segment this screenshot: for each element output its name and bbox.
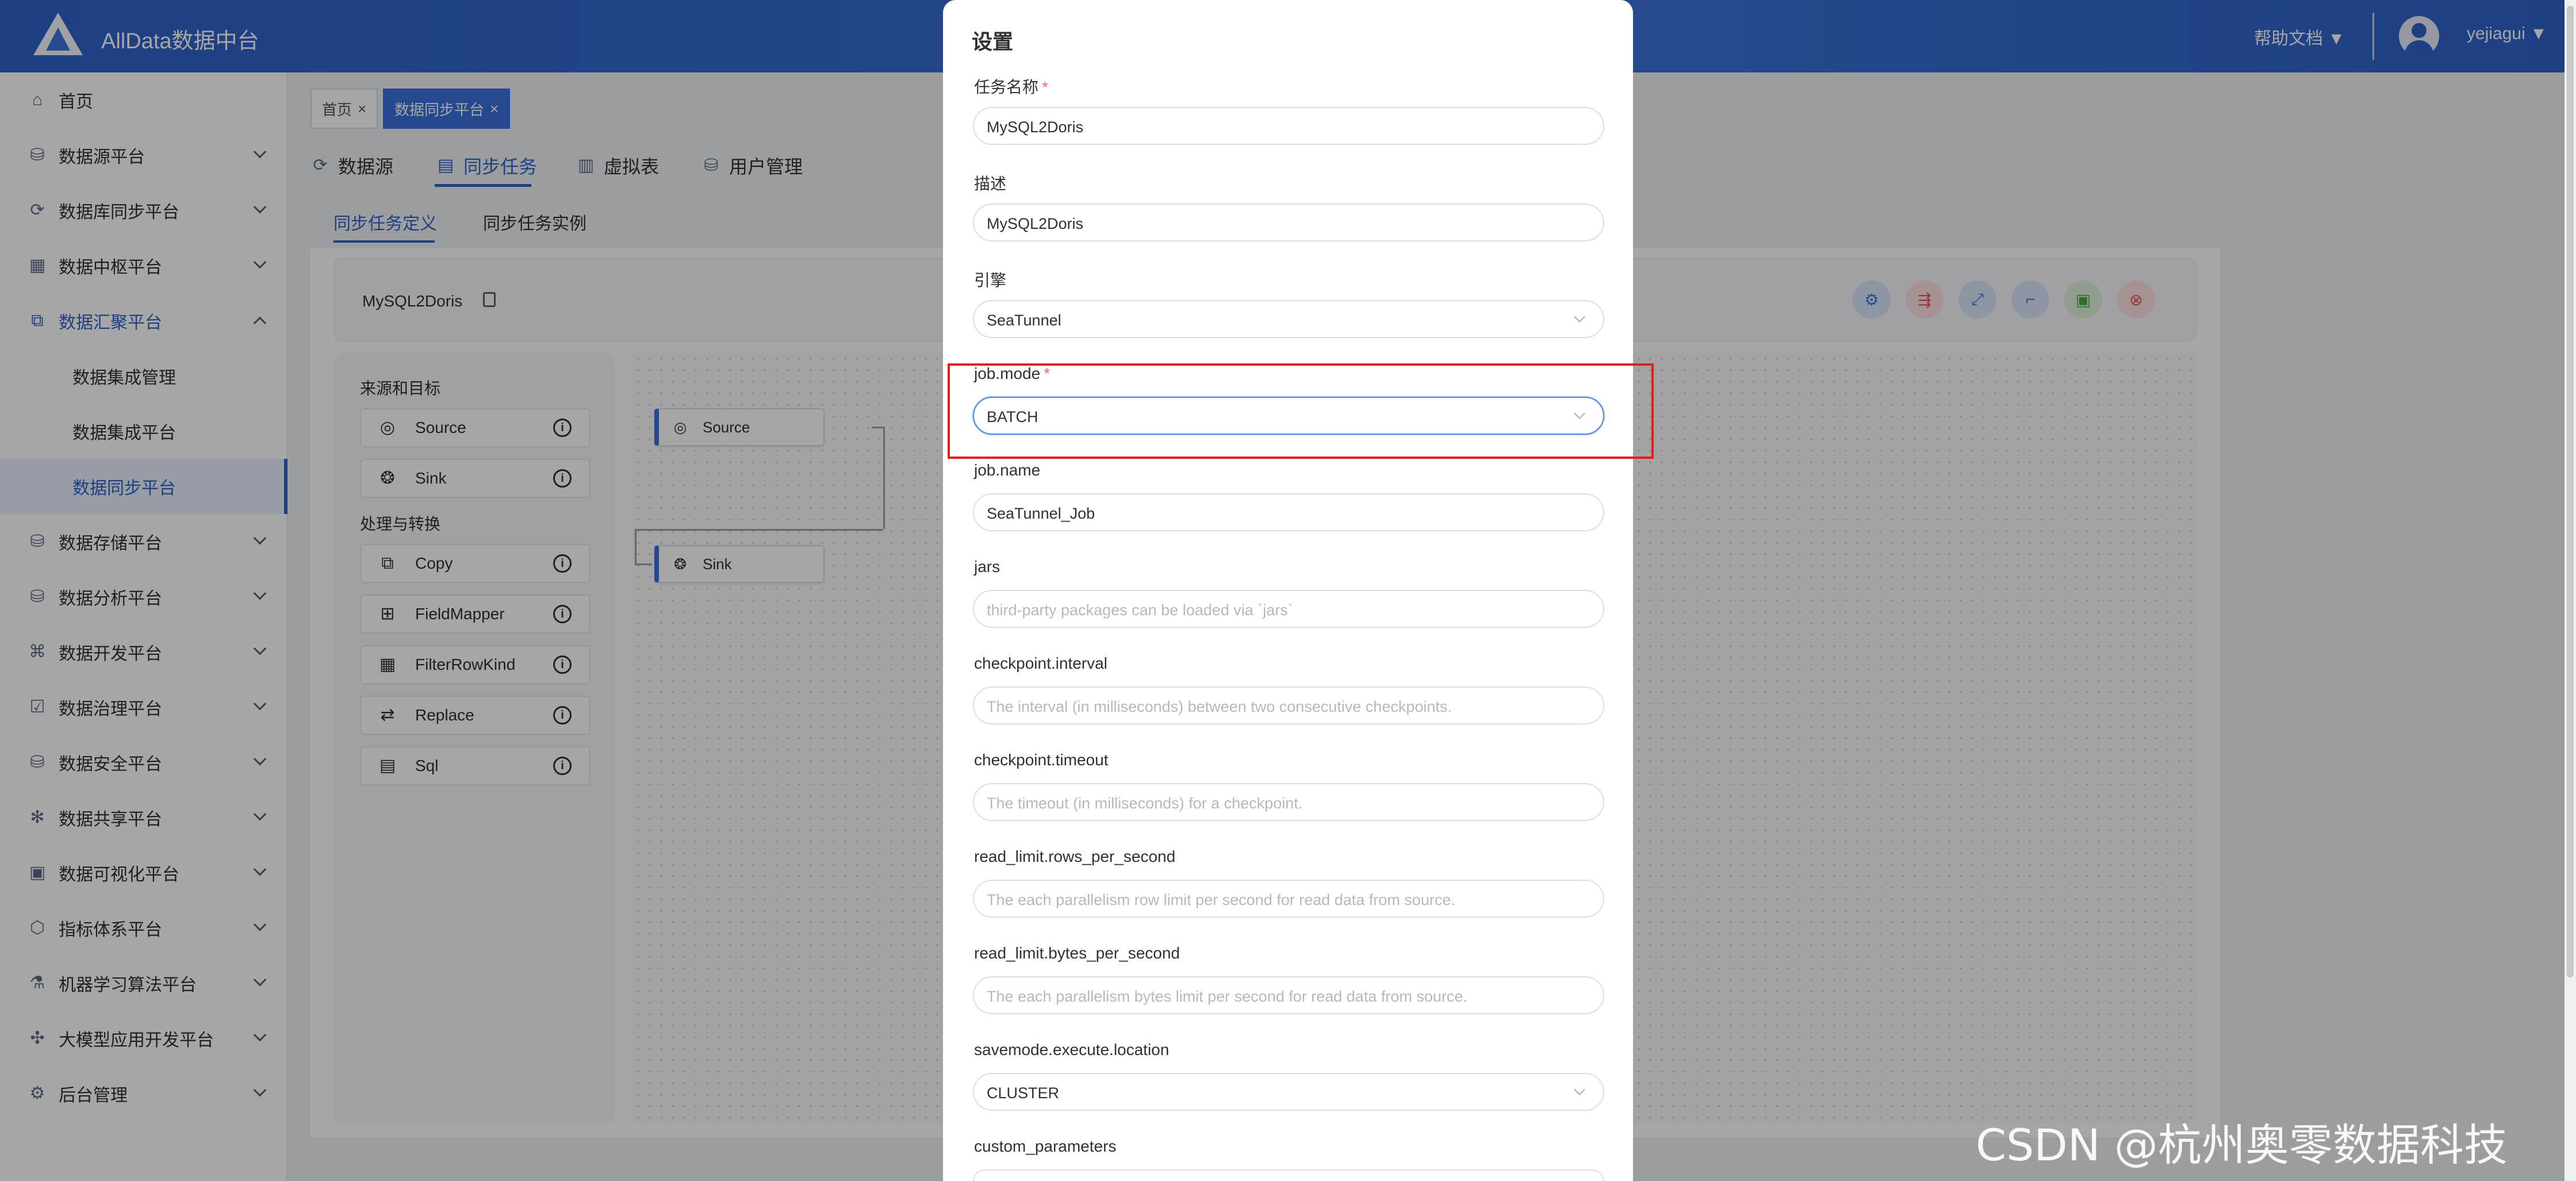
input-value: SeaTunnel_Job	[987, 505, 1095, 522]
custom-parameters-input[interactable]	[973, 1170, 1604, 1181]
label-text: read_limit.bytes_per_second	[974, 944, 1180, 962]
field-label-checkpoint-interval: checkpoint.interval	[974, 654, 1107, 673]
scrollbar-thumb[interactable]	[2567, 6, 2574, 977]
label-text: read_limit.rows_per_second	[974, 848, 1176, 865]
task-name-input[interactable]: MySQL2Doris	[973, 107, 1604, 145]
jars-input[interactable]: third-party packages can be loaded via `…	[973, 590, 1604, 628]
select-value: SeaTunnel	[987, 312, 1061, 329]
modal-title: 设置	[972, 30, 1014, 53]
field-label-checkpoint-timeout: checkpoint.timeout	[974, 751, 1108, 769]
label-text: checkpoint.interval	[974, 654, 1107, 672]
input-placeholder: third-party packages can be loaded via `…	[987, 601, 1293, 619]
label-text: savemode.execute.location	[974, 1041, 1170, 1059]
checkpoint-interval-input[interactable]: The interval (in milliseconds) between t…	[973, 687, 1604, 724]
label-text: job.name	[974, 461, 1041, 479]
field-label-custom-parameters: custom_parameters	[974, 1137, 1116, 1156]
label-text: custom_parameters	[974, 1137, 1117, 1155]
required-mark: *	[1042, 78, 1048, 96]
engine-select[interactable]: SeaTunnel	[973, 300, 1604, 338]
checkpoint-timeout-input[interactable]: The timeout (in milliseconds) for a chec…	[973, 783, 1604, 821]
field-label-engine: 引擎	[974, 268, 1006, 291]
field-label-savemode-location: savemode.execute.location	[974, 1041, 1169, 1059]
field-label-read-limit-rows: read_limit.rows_per_second	[974, 848, 1175, 866]
chevron-down-icon	[1574, 311, 1585, 323]
label-text: 引擎	[974, 271, 1007, 289]
input-placeholder: The interval (in milliseconds) between t…	[987, 698, 1452, 715]
settings-modal: 设置 任务名称 * MySQL2Doris 描述 MySQL2Doris 引擎 S…	[943, 0, 1633, 1181]
input-value: MySQL2Doris	[987, 215, 1084, 232]
field-label-jars: jars	[974, 558, 1000, 576]
chevron-down-icon	[1574, 1084, 1585, 1095]
input-placeholder: The each parallelism bytes limit per sec…	[987, 988, 1467, 1005]
input-placeholder: The each parallelism row limit per secon…	[987, 891, 1455, 908]
savemode-location-select[interactable]: CLUSTER	[973, 1073, 1604, 1111]
label-text: 描述	[974, 175, 1007, 193]
annotation-highlight-box	[948, 363, 1654, 459]
watermark-text: CSDN @杭州奥零数据科技	[1976, 1119, 2508, 1171]
read-limit-rows-input[interactable]: The each parallelism row limit per secon…	[973, 880, 1604, 918]
description-input[interactable]: MySQL2Doris	[973, 204, 1604, 241]
label-text: jars	[974, 558, 1000, 576]
read-limit-bytes-input[interactable]: The each parallelism bytes limit per sec…	[973, 976, 1604, 1014]
field-label-description: 描述	[974, 171, 1006, 194]
field-label-task-name: 任务名称 *	[974, 75, 1048, 98]
job-name-input[interactable]: SeaTunnel_Job	[973, 493, 1604, 531]
field-label-read-limit-bytes: read_limit.bytes_per_second	[974, 944, 1180, 963]
select-value: CLUSTER	[987, 1084, 1060, 1102]
field-label-job-name: job.name	[974, 461, 1040, 480]
page-scrollbar[interactable]	[2564, 0, 2576, 1181]
input-value: MySQL2Doris	[987, 118, 1084, 136]
label-text: 任务名称	[974, 78, 1039, 96]
input-placeholder: The timeout (in milliseconds) for a chec…	[987, 795, 1303, 812]
label-text: checkpoint.timeout	[974, 751, 1109, 769]
